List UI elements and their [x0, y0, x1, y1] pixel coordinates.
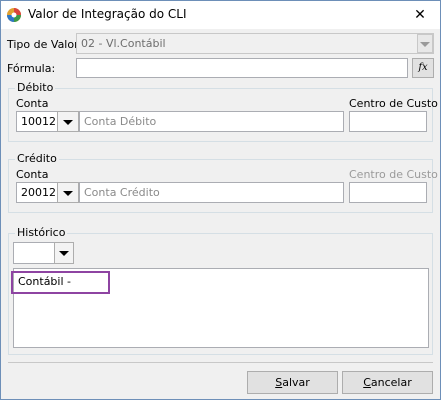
debito-conta-code-select[interactable]: 10012: [16, 111, 79, 132]
separator: [8, 362, 433, 363]
historico-group-label: Histórico: [15, 226, 68, 239]
credito-group-label: Crédito: [15, 152, 59, 165]
window-title: Valor de Integração do CLI: [28, 7, 187, 21]
cancelar-button[interactable]: Cancelar: [342, 371, 433, 394]
chevron-down-icon: [420, 41, 430, 47]
debito-centro-input[interactable]: [349, 111, 427, 132]
historico-select[interactable]: [13, 242, 74, 264]
chevron-down-icon: [63, 190, 73, 196]
debito-conta-label: Conta: [16, 97, 49, 110]
debito-conta-dropdown-button[interactable]: [57, 111, 79, 132]
credito-conta-desc-field[interactable]: Conta Crédito: [79, 182, 344, 203]
formula-label: Fórmula:: [7, 62, 56, 75]
chevron-down-icon: [63, 119, 73, 125]
debito-group-label: Débito: [15, 81, 56, 94]
credito-centro-label: Centro de Custo: [349, 168, 438, 181]
tipo-valor-label: Tipo de Valor:: [7, 38, 83, 51]
close-icon[interactable]: ✕: [403, 3, 437, 27]
salvar-button[interactable]: Salvar: [247, 371, 338, 394]
tipo-valor-dropdown-button[interactable]: [417, 34, 433, 53]
debito-conta-desc-field[interactable]: Conta Débito: [79, 111, 344, 132]
app-icon: [7, 8, 21, 22]
highlight-box: [11, 271, 110, 294]
tipo-valor-value: 02 - Vl.Contábil: [81, 37, 166, 50]
credito-conta-dropdown-button[interactable]: [57, 182, 79, 203]
credito-centro-input[interactable]: [349, 182, 427, 203]
chevron-down-icon: [59, 251, 69, 256]
credito-conta-label: Conta: [16, 168, 49, 181]
dialog-window: Valor de Integração do CLI ✕ Tipo de Val…: [0, 0, 441, 400]
title-bar[interactable]: Valor de Integração do CLI ✕: [1, 1, 440, 29]
historico-dropdown-button[interactable]: [54, 242, 74, 264]
tipo-valor-select[interactable]: 02 - Vl.Contábil: [76, 33, 434, 54]
debito-centro-label: Centro de Custo: [349, 97, 438, 110]
formula-fx-button[interactable]: fx: [412, 58, 434, 78]
credito-conta-code-select[interactable]: 20012: [16, 182, 79, 203]
formula-input[interactable]: [76, 58, 408, 78]
